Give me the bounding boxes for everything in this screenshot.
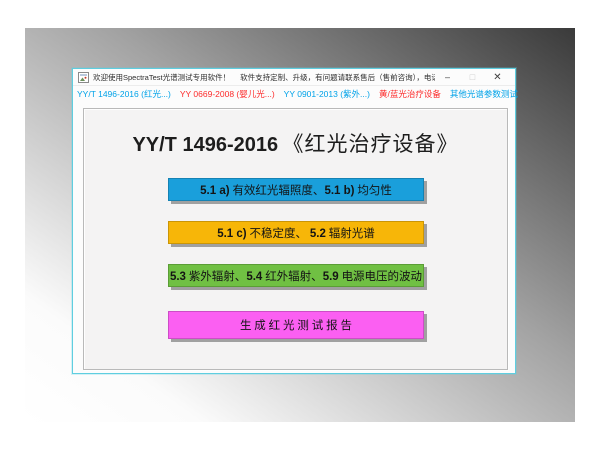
title-bar: 欢迎使用SpectraTest光谱测试专用软件！ 软件支持定制、升级，有问题请联… <box>73 69 515 86</box>
button-label-clause: 5.4 <box>246 271 262 283</box>
app-icon <box>78 72 89 83</box>
button-label-text: 紫外辐射、 <box>186 271 246 283</box>
btn-instability-radiation-spectrum[interactable]: 5.1 c) 不稳定度、 5.2 辐射光谱 <box>168 221 424 244</box>
screenshot-stage: 欢迎使用SpectraTest光谱测试专用软件！ 软件支持定制、升级，有问题请联… <box>0 0 600 450</box>
minimize-button[interactable]: – <box>435 72 460 82</box>
button-label-clause: 5.1 c) <box>217 228 246 240</box>
standard-code-text: YY/T 1496-2016 <box>132 134 278 156</box>
btn-uv-ir-voltage-fluctuation[interactable]: 5.3 紫外辐射、5.4 红外辐射、5.9 电源电压的波动 <box>168 264 424 287</box>
button-label-clause: 5.9 <box>323 271 339 283</box>
button-label-text: 辐射光谱 <box>326 228 375 240</box>
standard-name-text: 《红光治疗设备》 <box>283 132 459 156</box>
btn-generate-red-light-report[interactable]: 生 成 红 光 测 试 报 告 <box>168 311 424 339</box>
tab-2[interactable]: YY 0669-2008 (婴儿光...) <box>180 88 275 100</box>
content-panel: YY/T 1496-2016 《红光治疗设备》 5.1 a) 有效红光辐照度、5… <box>83 108 508 370</box>
tab-4[interactable]: 黄/蓝光治疗设备 <box>379 88 441 100</box>
button-label-text: 不稳定度、 <box>247 228 310 240</box>
tab-5[interactable]: 其他光谱参数测试 <box>450 88 518 100</box>
button-label-text: 有效红光辐照度、 <box>230 185 325 197</box>
button-label-clause: 5.2 <box>310 228 326 240</box>
button-label-clause: 5.1 b) <box>324 185 354 197</box>
window-subtitle-support-info: 软件支持定制、升级，有问题请联系售后（售前咨询），电话：138203... <box>240 72 435 83</box>
tab-bar: YY/T 1496-2016 (红光...) YY 0669-2008 (婴儿光.… <box>73 86 515 102</box>
tab-3[interactable]: YY 0901-2013 (紫外...) <box>284 88 370 100</box>
button-label-clause: 5.3 <box>170 271 186 283</box>
tab-1[interactable]: YY/T 1496-2016 (红光...) <box>77 88 171 100</box>
button-label-text: 红外辐射、 <box>262 271 322 283</box>
close-button[interactable]: ✕ <box>485 72 510 83</box>
button-label-text: 生 成 红 光 测 试 报 告 <box>240 320 352 332</box>
btn-effective-irradiance-uniformity[interactable]: 5.1 a) 有效红光辐照度、5.1 b) 均匀性 <box>168 178 424 201</box>
app-window: 欢迎使用SpectraTest光谱测试专用软件！ 软件支持定制、升级，有问题请联… <box>72 68 516 374</box>
maximize-button[interactable]: □ <box>460 72 485 82</box>
button-label-text: 均匀性 <box>354 185 391 197</box>
page-title: YY/T 1496-2016 《红光治疗设备》 <box>84 128 507 158</box>
button-label-clause: 5.1 a) <box>200 185 229 197</box>
button-label-text: 电源电压的波动 <box>339 271 422 283</box>
window-title: 欢迎使用SpectraTest光谱测试专用软件！ <box>93 72 230 83</box>
